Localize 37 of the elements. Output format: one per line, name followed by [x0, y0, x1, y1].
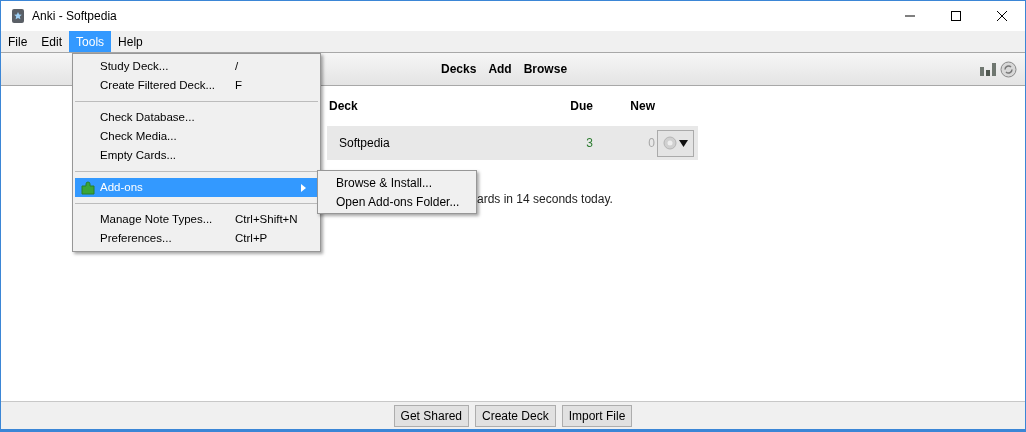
puzzle-piece-icon: [80, 180, 96, 195]
deck-name[interactable]: Softpedia: [327, 134, 527, 152]
deck-row[interactable]: Softpedia 3 0: [327, 126, 698, 160]
app-icon: [11, 8, 25, 24]
close-icon: [997, 11, 1007, 21]
menu-item[interactable]: Edit: [34, 31, 70, 52]
sync-icon[interactable]: [1000, 60, 1017, 78]
menu-entry[interactable]: Check Media...: [75, 127, 318, 146]
due-count: 3: [585, 135, 594, 152]
bottom-button[interactable]: Import File: [561, 404, 633, 427]
study-summary: ards in 14 seconds today.: [477, 191, 613, 208]
bottom-button[interactable]: Create Deck: [475, 404, 556, 427]
toolbar-link[interactable]: Browse: [523, 60, 568, 78]
bottom-button[interactable]: Get Shared: [393, 404, 469, 427]
window-title: Anki - Softpedia: [32, 8, 117, 25]
submenu-item[interactable]: Open Add-ons Folder...: [318, 192, 476, 211]
dropdown-caret-icon: [679, 139, 688, 147]
menu-entry[interactable]: Empty Cards...: [75, 146, 318, 165]
new-count: 0: [647, 135, 656, 152]
submenu-arrow-icon: [301, 183, 306, 192]
submenu-item[interactable]: Browse & Install...: [318, 173, 476, 192]
menu-item[interactable]: Help: [111, 31, 150, 52]
maximize-icon: [951, 11, 961, 21]
toolbar-link[interactable]: Decks: [441, 60, 477, 78]
bar-chart-icon[interactable]: [980, 62, 996, 76]
menu-entry[interactable]: Check Database...: [75, 108, 318, 127]
column-header: Due: [569, 98, 594, 115]
menu-entry[interactable]: Manage Note Types... Ctrl+Shift+N: [75, 210, 318, 229]
gear-icon: [663, 136, 677, 150]
menu-item[interactable]: File: [1, 31, 35, 52]
column-header: New: [629, 98, 656, 115]
menu-entry[interactable]: Study Deck... /: [75, 57, 318, 76]
deck-options-button[interactable]: [657, 129, 694, 157]
column-header: Deck: [328, 98, 359, 115]
menu-entry[interactable]: Create Filtered Deck... F: [75, 76, 318, 95]
menu-entry[interactable]: Preferences... Ctrl+P: [75, 229, 318, 248]
toolbar-link[interactable]: Add: [488, 60, 512, 78]
